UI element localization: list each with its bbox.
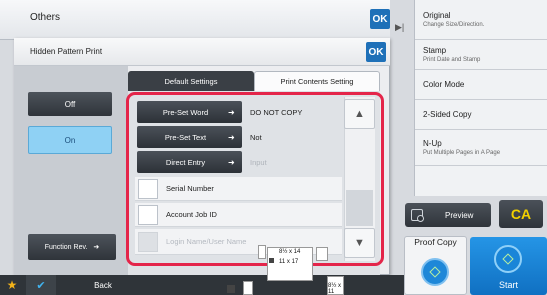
- function-item-stamp[interactable]: Stamp Print Date and Stamp: [415, 40, 547, 70]
- paper-icon: [243, 281, 253, 295]
- function-item-color-mode[interactable]: Color Mode: [415, 70, 547, 100]
- function-item-label: N-Up: [423, 139, 442, 148]
- tray-3-size: 8½ x 11: [328, 283, 342, 295]
- preview-label: Preview: [445, 210, 474, 220]
- function-item-label: Color Mode: [423, 80, 465, 89]
- highlight-frame: [126, 92, 384, 266]
- tray-1-size: 8½ x 14: [279, 249, 301, 255]
- proof-copy-label: Proof Copy: [414, 237, 457, 247]
- tray-icon: [227, 285, 235, 293]
- start-label: Start: [498, 280, 518, 290]
- tab-default-settings[interactable]: Default Settings: [128, 71, 254, 91]
- paper-icon: [316, 247, 328, 261]
- others-ok-button[interactable]: OK: [370, 9, 390, 29]
- function-item-2-sided-copy[interactable]: 2-Sided Copy: [415, 100, 547, 130]
- preview-button[interactable]: Preview: [405, 203, 491, 227]
- checkmark-icon[interactable]: ✔: [26, 275, 56, 295]
- tab-print-contents-setting[interactable]: Print Contents Setting: [254, 71, 380, 91]
- function-panel: Original Change Size/Direction. Stamp Pr…: [414, 0, 547, 196]
- tray-2-size: 11 x 17: [279, 259, 299, 265]
- proof-copy-icon: [421, 258, 449, 286]
- on-button[interactable]: On: [28, 126, 112, 154]
- function-review-label: Function Rev.: [44, 243, 88, 251]
- function-item-label: Stamp: [423, 46, 447, 55]
- panel-expand-icon[interactable]: ▶|: [395, 22, 404, 33]
- function-item-sublabel: Print Date and Stamp: [423, 57, 481, 63]
- dialog-ok-button[interactable]: OK: [366, 42, 386, 62]
- star-icon[interactable]: ★: [0, 275, 24, 295]
- function-review-button[interactable]: Function Rev. ➜: [28, 234, 116, 260]
- paper-icon: [258, 245, 266, 259]
- function-item-label: Original: [423, 11, 451, 20]
- function-item-original[interactable]: Original Change Size/Direction.: [415, 0, 547, 40]
- dialog-title: Hidden Pattern Print: [30, 47, 103, 56]
- start-icon: [494, 245, 522, 273]
- back-button[interactable]: Back: [60, 275, 146, 295]
- preview-icon: [411, 209, 424, 222]
- function-item-sublabel: Change Size/Direction.: [423, 22, 485, 28]
- arrow-right-icon: ➜: [93, 244, 100, 251]
- function-item-label: 2-Sided Copy: [423, 110, 472, 119]
- paper-tray-status: 8½ x 14 11 x 17 8½ x 11: [200, 245, 344, 295]
- clear-all-button[interactable]: CA: [499, 200, 543, 228]
- others-window-title: Others: [30, 12, 61, 23]
- function-item-sublabel: Put Multiple Pages in A Page: [423, 150, 501, 156]
- off-button[interactable]: Off: [28, 92, 112, 116]
- tray-icon: [269, 258, 274, 263]
- function-item-n-up[interactable]: N-Up Put Multiple Pages in A Page: [415, 130, 547, 166]
